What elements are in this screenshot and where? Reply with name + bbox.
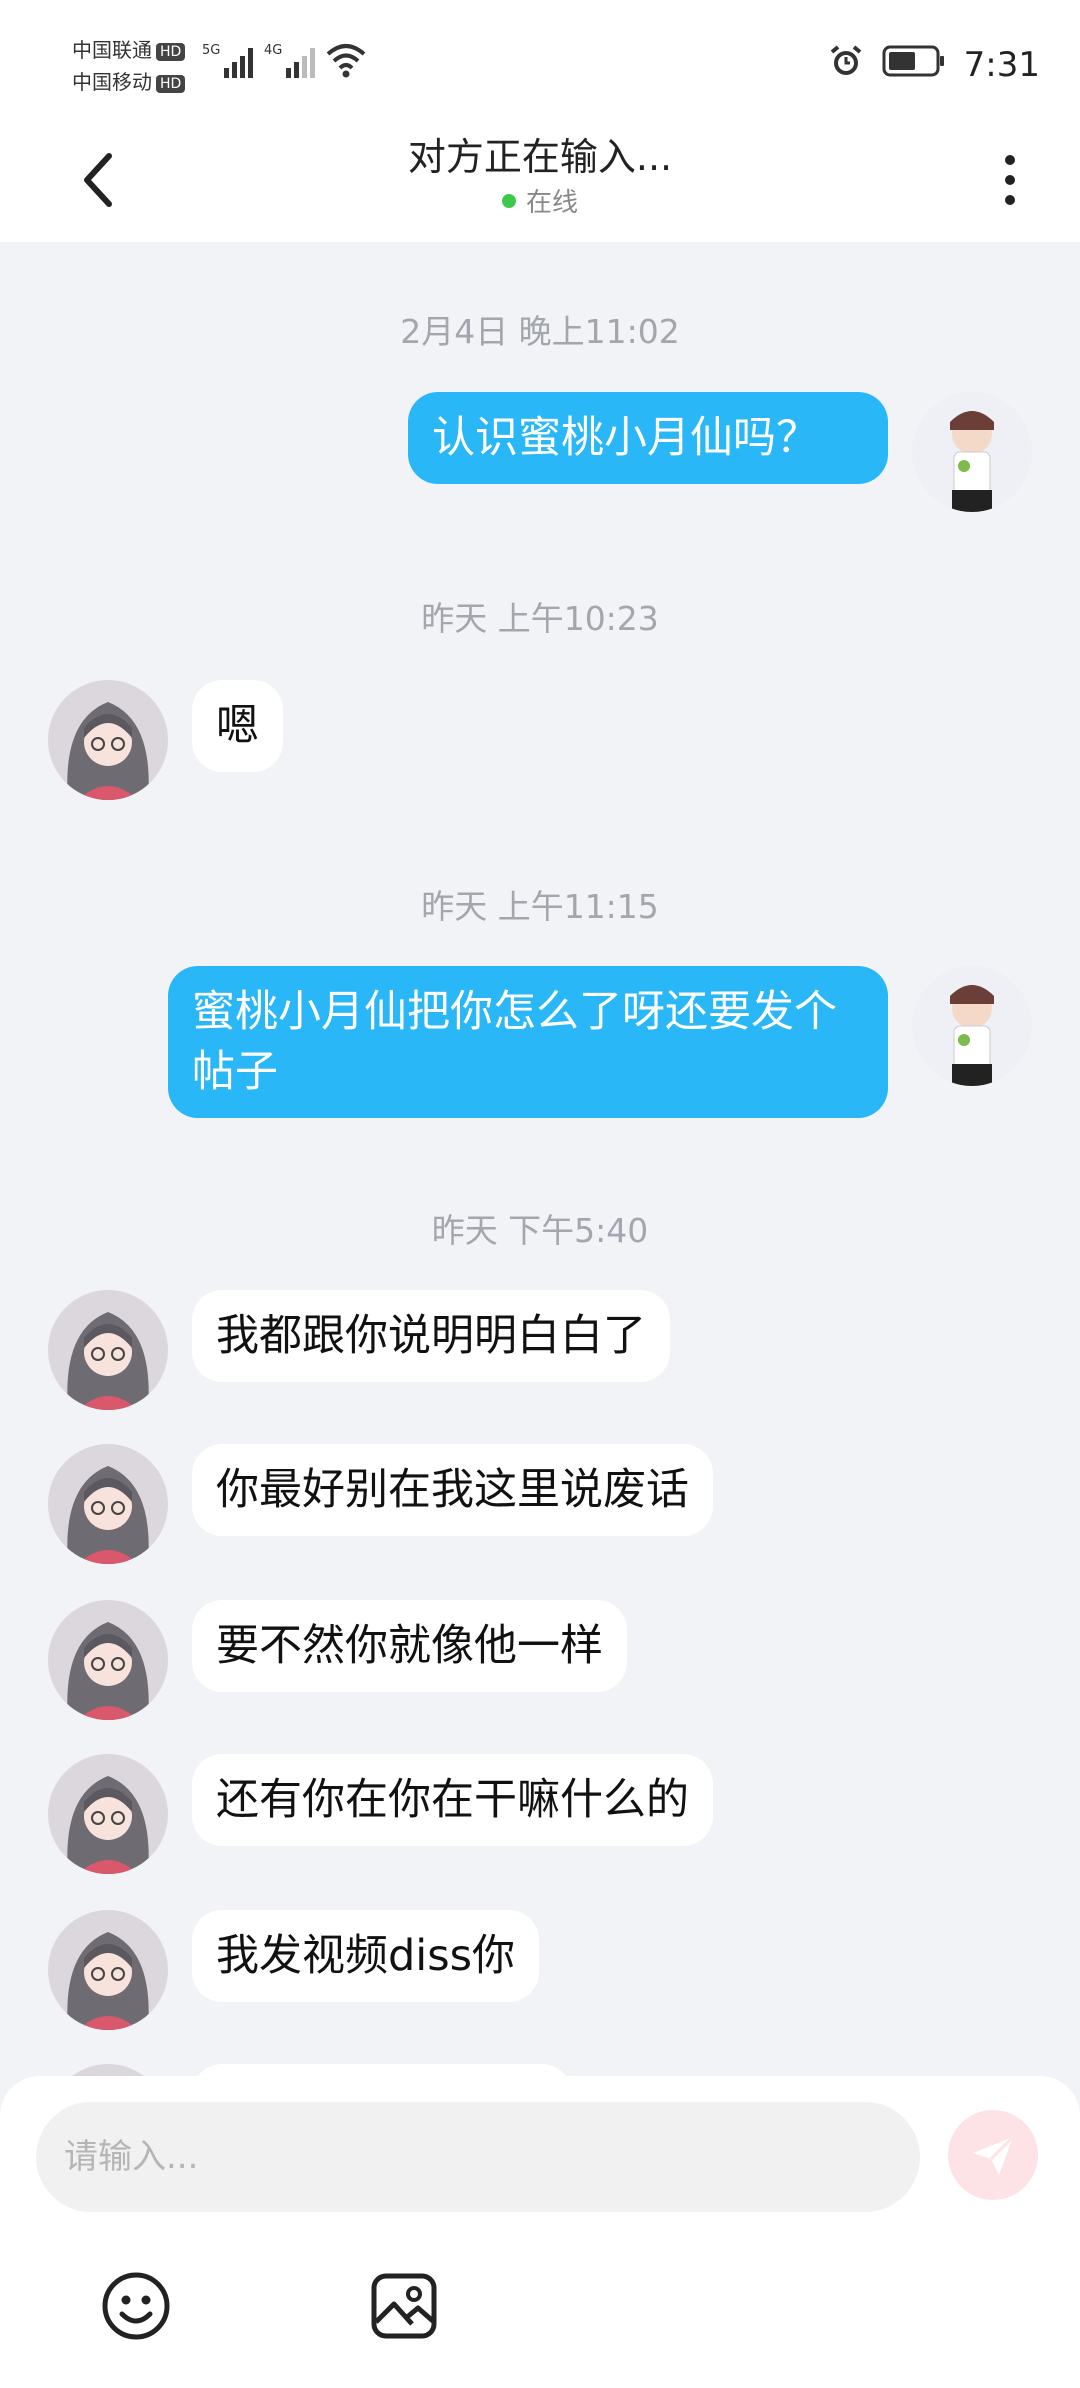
input-bar: 请输入... <box>0 2076 1080 2388</box>
timestamp: 2月4日 晚上11:02 <box>400 312 680 351</box>
carrier-2: 中国移动 <box>72 70 152 94</box>
alarm-icon <box>828 43 864 88</box>
chat-header: 对方正在输入... 在线 <box>0 118 1080 242</box>
avatar-contact[interactable] <box>48 680 168 800</box>
avatar-contact[interactable] <box>48 1290 168 1410</box>
message-bubble-received[interactable]: 还有你在你在干嘛什么的 <box>192 1754 713 1846</box>
timestamp: 昨天 上午11:15 <box>421 887 659 926</box>
message-bubble-received[interactable]: 我发视频diss你 <box>192 1910 540 2002</box>
hd-badge: HD <box>156 74 186 93</box>
send-button[interactable] <box>948 2110 1038 2200</box>
svg-text:5G: 5G <box>202 43 220 58</box>
emoji-icon <box>102 2272 170 2340</box>
avatar-contact[interactable] <box>48 1754 168 1874</box>
hd-badge: HD <box>156 42 186 61</box>
avatar-self[interactable] <box>912 966 1032 1086</box>
signal-icon: 5G <box>202 40 258 80</box>
avatar-contact[interactable] <box>48 1600 168 1720</box>
image-icon <box>371 2273 437 2339</box>
avatar-self[interactable] <box>912 392 1032 512</box>
online-status: 在线 <box>0 182 1080 219</box>
online-dot <box>501 193 516 208</box>
wifi-icon <box>324 40 368 80</box>
more-options-button[interactable] <box>992 140 1028 220</box>
timestamp: 昨天 下午5:40 <box>431 1211 649 1250</box>
message-bubble-received[interactable]: 嗯 <box>192 680 283 772</box>
message-bubble-received[interactable]: 我都跟你说明明白白了 <box>192 1290 670 1382</box>
image-button[interactable] <box>364 2266 444 2346</box>
message-bubble-received[interactable]: 你最好别在我这里说废话 <box>192 1444 713 1536</box>
avatar-contact[interactable] <box>48 1910 168 2030</box>
message-input[interactable]: 请输入... <box>36 2102 920 2212</box>
carrier-info: 中国联通 HD 中国移动 HD <box>72 34 186 98</box>
signal-icon: 4G <box>264 40 320 80</box>
message-bubble-sent[interactable]: 蜜桃小月仙把你怎么了呀还要发个帖子 <box>168 966 888 1118</box>
avatar-contact[interactable] <box>48 1444 168 1564</box>
status-right: 7:31 <box>828 40 1040 90</box>
clock-time: 7:31 <box>963 45 1040 85</box>
more-icon <box>1005 155 1015 165</box>
message-bubble-received[interactable]: 要不然你就像他一样 <box>192 1600 627 1692</box>
timestamp: 昨天 上午10:23 <box>421 599 659 638</box>
battery-icon <box>882 44 946 87</box>
emoji-button[interactable] <box>96 2266 176 2346</box>
message-bubble-sent[interactable]: 认识蜜桃小月仙吗？ <box>408 392 888 484</box>
carrier-1: 中国联通 <box>72 38 152 62</box>
svg-text:4G: 4G <box>264 43 282 58</box>
chat-title: 对方正在输入... <box>407 135 673 179</box>
send-icon <box>973 2135 1015 2175</box>
status-bar: 中国联通 HD 中国移动 HD 5G 4G 7:31 <box>0 0 1080 118</box>
online-label: 在线 <box>525 188 578 218</box>
